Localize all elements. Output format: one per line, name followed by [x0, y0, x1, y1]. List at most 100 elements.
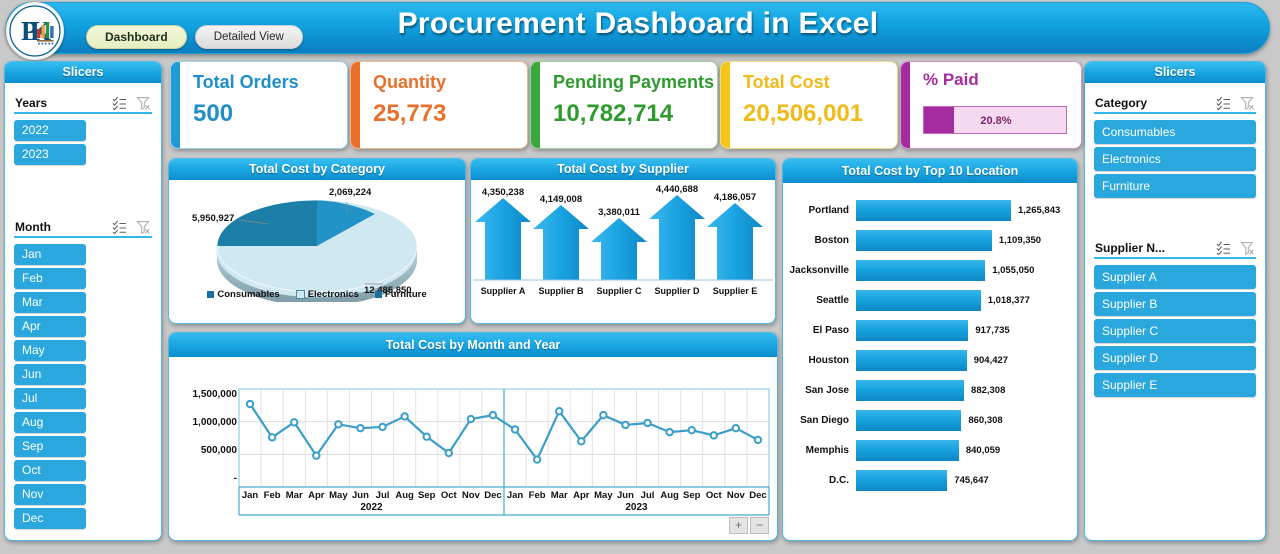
slicer-month-items: Jan Feb Mar Apr May Jun Jul Aug Sep Oct …: [14, 244, 152, 529]
multi-select-icon[interactable]: [112, 220, 127, 235]
slicer-item-aug[interactable]: Aug: [14, 412, 86, 433]
slicer-category-header: Category: [1094, 94, 1256, 114]
slicer-item-oct[interactable]: Oct: [14, 460, 86, 481]
tab-detailed-view[interactable]: Detailed View: [194, 25, 303, 49]
x-axis-year-label: 2022: [360, 502, 383, 513]
drill-expand-button[interactable]: +: [729, 517, 748, 534]
kpi-value: 20,506,001: [743, 100, 864, 127]
drill-collapse-button[interactable]: −: [750, 517, 769, 534]
percent-paid-value: 20.8%: [980, 115, 1012, 127]
slicer-category-items: Consumables Electronics Furniture: [1094, 120, 1256, 198]
kpi-card-quantity: Quantity 25,773: [350, 61, 528, 149]
slicer-item-mar[interactable]: Mar: [14, 292, 86, 313]
kpi-accent-bar: [171, 62, 180, 148]
right-slicers-title: Slicers: [1085, 62, 1265, 83]
slicer-years-label: Years: [15, 96, 48, 110]
bar-fill: [856, 409, 962, 431]
slicer-item-supplier-d[interactable]: Supplier D: [1094, 346, 1256, 370]
slicer-item-sep[interactable]: Sep: [14, 436, 86, 457]
table-row: Portland 1,265,843: [787, 195, 1071, 225]
clear-filter-icon[interactable]: [1240, 96, 1255, 111]
slicer-item-apr[interactable]: Apr: [14, 316, 86, 337]
table-row: San Diego 860,308: [787, 405, 1071, 435]
bar-category-label: San Jose: [805, 384, 849, 396]
kpi-value: 10,782,714: [553, 100, 674, 127]
tab-dashboard[interactable]: Dashboard: [86, 25, 187, 49]
slicer-item-supplier-c[interactable]: Supplier C: [1094, 319, 1256, 343]
arrow-value-supplier-d: 4,440,688: [655, 184, 699, 195]
chart-total-cost-by-supplier: Total Cost by Supplier 4,350,238 4,149,0…: [470, 158, 776, 324]
bar-fill: [856, 199, 1011, 221]
slicer-item-supplier-b[interactable]: Supplier B: [1094, 292, 1256, 316]
arrow-category-supplier-a: Supplier A: [480, 286, 526, 296]
percent-paid-progress: 20.8%: [923, 106, 1067, 134]
bar-fill: [856, 319, 969, 341]
arrow-category-supplier-b: Supplier B: [538, 286, 584, 296]
multi-select-icon[interactable]: [112, 96, 127, 111]
arrow-value-supplier-a: 4,350,238: [481, 187, 525, 198]
slicer-item-jan[interactable]: Jan: [14, 244, 86, 265]
x-axis-year-label: 2023: [625, 502, 648, 513]
slicer-item-feb[interactable]: Feb: [14, 268, 86, 289]
slicer-item-2022[interactable]: 2022: [14, 120, 86, 141]
chart-title: Total Cost by Top 10 Location: [783, 159, 1077, 183]
arrow-value-supplier-e: 4,186,057: [713, 192, 757, 203]
table-row: D.C. 745,647: [787, 465, 1071, 495]
table-row: Jacksonville 1,055,050: [787, 255, 1071, 285]
arrow-chart-area: 4,350,238 4,149,008 3,380,011 4,440,688 …: [471, 180, 775, 298]
bar-category-label: Boston: [814, 234, 849, 246]
legend-item-electronics: Electronics: [295, 289, 359, 300]
legend-label: Furniture: [384, 289, 427, 300]
bar-category-label: Jacksonville: [789, 264, 849, 276]
slicer-item-supplier-e[interactable]: Supplier E: [1094, 373, 1256, 397]
kpi-title: Quantity: [373, 72, 447, 92]
kpi-accent-bar: [901, 62, 910, 148]
slicer-supplier-icons: [1216, 241, 1255, 256]
dashboard-root: Procurement Dashboard in Excel P K Dashb…: [0, 0, 1280, 554]
slicer-item-consumables[interactable]: Consumables: [1094, 120, 1256, 144]
bar-track: 840,059: [856, 435, 1071, 465]
kpi-title: Total Orders: [193, 72, 299, 92]
slicer-years-header: Years: [14, 94, 152, 114]
bar-value-label: 1,018,377: [987, 294, 1030, 306]
legend-item-furniture: Furniture: [374, 289, 427, 300]
slicer-item-2023[interactable]: 2023: [14, 144, 86, 165]
bar-value-label: 860,308: [968, 414, 1003, 426]
slicer-item-jul[interactable]: Jul: [14, 388, 86, 409]
slicer-supplier-label: Supplier N...: [1095, 241, 1166, 255]
legend-label: Consumables: [217, 289, 280, 300]
kpi-card-pending-payments: Pending Payments 10,782,714: [530, 61, 718, 149]
slicer-supplier-items: Supplier A Supplier B Supplier C Supplie…: [1094, 265, 1256, 397]
kpi-value: 25,773: [373, 100, 447, 127]
multi-select-icon[interactable]: [1216, 96, 1231, 111]
clear-filter-icon[interactable]: [136, 220, 151, 235]
kpi-accent-bar: [721, 62, 730, 148]
table-row: Seattle 1,018,377: [787, 285, 1071, 315]
bar-value-label: 917,735: [975, 324, 1010, 336]
left-slicers-title: Slicers: [5, 62, 161, 83]
slicer-item-dec[interactable]: Dec: [14, 508, 86, 529]
pie-svg: [216, 199, 418, 306]
kpi-title: Pending Payments: [553, 72, 715, 92]
chart-title: Total Cost by Category: [169, 159, 465, 180]
pie-label-furniture: 5,950,927: [192, 213, 235, 224]
chart-title: Total Cost by Supplier: [471, 159, 775, 180]
slicer-item-supplier-a[interactable]: Supplier A: [1094, 265, 1256, 289]
slicer-item-may[interactable]: May: [14, 340, 86, 361]
kpi-title: Total Cost: [743, 72, 830, 92]
clear-filter-icon[interactable]: [1240, 241, 1255, 256]
multi-select-icon[interactable]: [1216, 241, 1231, 256]
slicer-item-nov[interactable]: Nov: [14, 484, 86, 505]
slicer-item-furniture[interactable]: Furniture: [1094, 174, 1256, 198]
slicer-item-jun[interactable]: Jun: [14, 364, 86, 385]
bar-category-label: Memphis: [805, 444, 849, 456]
arrow-category-supplier-c: Supplier C: [596, 286, 642, 296]
bar-fill: [856, 349, 967, 371]
line-chart-area: 1,500,000 1,000,000 500,000 - Jan Feb Mar A…: [169, 357, 777, 539]
bar-value-label: 745,647: [954, 474, 989, 486]
slicer-item-electronics[interactable]: Electronics: [1094, 147, 1256, 171]
left-slicers-panel: Slicers Years 2022 2023 Month Jan Feb Ma…: [4, 61, 162, 541]
clear-filter-icon[interactable]: [136, 96, 151, 111]
arrow-value-supplier-c: 3,380,011: [598, 207, 640, 218]
bar-fill: [856, 439, 959, 461]
